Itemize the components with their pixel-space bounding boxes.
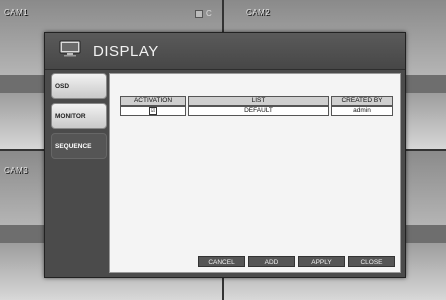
column-header-created-by: CREATED BY: [331, 96, 393, 106]
status-badge-text: C: [206, 9, 212, 18]
monitor-icon: [59, 40, 81, 57]
side-item-sequence[interactable]: SEQUENCE: [51, 133, 107, 159]
column-header-list: LIST: [188, 96, 329, 106]
side-item-monitor[interactable]: MONITOR: [51, 103, 107, 129]
side-menu: OSD MONITOR SEQUENCE: [51, 73, 107, 269]
status-badge: C: [195, 9, 212, 18]
column-header-activation: ACTIVATION: [120, 96, 186, 106]
button-row: CANCEL ADD APPLY CLOSE: [198, 256, 395, 267]
list-cell[interactable]: DEFAULT: [188, 106, 329, 116]
dialog-title: DISPLAY: [93, 43, 159, 60]
camera-label-3: CAM3: [4, 166, 29, 175]
side-item-label: MONITOR: [55, 112, 86, 120]
display-dialog: DISPLAY OSD MONITOR SEQUENCE ACTIVATION …: [44, 32, 406, 278]
record-indicator-icon: [195, 9, 203, 18]
sequence-panel: ACTIVATION LIST CREATED BY ☑ DEFAULT adm…: [109, 73, 401, 273]
side-item-label: OSD: [55, 82, 70, 90]
side-item-osd[interactable]: OSD: [51, 73, 107, 99]
add-button[interactable]: ADD: [248, 256, 295, 267]
cancel-button[interactable]: CANCEL: [198, 256, 245, 267]
activation-cell[interactable]: ☑: [120, 106, 186, 116]
sequence-table: ACTIVATION LIST CREATED BY ☑ DEFAULT adm…: [118, 96, 395, 116]
camera-label-2: CAM2: [246, 8, 271, 17]
dialog-header: DISPLAY: [45, 33, 405, 70]
camera-label-1: CAM1: [4, 8, 29, 17]
created-by-cell: admin: [331, 106, 393, 116]
activation-checkbox[interactable]: ☑: [149, 107, 157, 115]
table-row[interactable]: ☑ DEFAULT admin: [120, 106, 393, 116]
table-header-row: ACTIVATION LIST CREATED BY: [120, 96, 393, 106]
side-item-label: SEQUENCE: [55, 142, 92, 150]
close-button[interactable]: CLOSE: [348, 256, 395, 267]
apply-button[interactable]: APPLY: [298, 256, 345, 267]
